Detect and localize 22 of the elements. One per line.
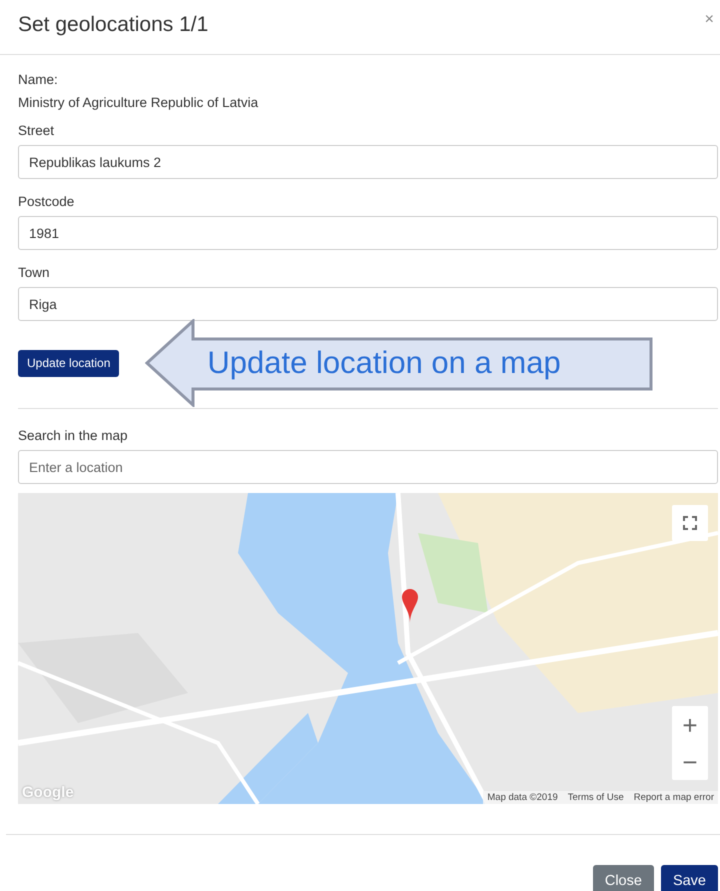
search-field[interactable]: Enter a location xyxy=(18,450,718,484)
update-location-button[interactable]: Update location xyxy=(18,350,120,376)
field-label: Street xyxy=(18,122,54,140)
input-field[interactable]: Republikas laukums 2 xyxy=(18,145,718,179)
map-pin-icon[interactable] xyxy=(402,589,418,623)
field-label: Name: xyxy=(18,71,58,89)
field-label: Postcode xyxy=(18,193,74,211)
field-label: Town xyxy=(18,264,50,282)
input-field[interactable]: 1981 xyxy=(18,216,718,250)
close-button[interactable]: Close xyxy=(592,865,654,891)
zoom-out-button[interactable]: − xyxy=(672,743,708,780)
attribution-text: Map data ©2019 xyxy=(487,792,558,803)
dialog-title: Set geolocations 1/1 xyxy=(18,12,208,38)
callout-text: Update location on a map xyxy=(207,345,561,381)
field-label: Search in the map xyxy=(18,427,128,445)
name-value: Ministry of Agriculture Republic of Latvia xyxy=(18,94,258,112)
attribution-link[interactable]: Report a map error xyxy=(634,792,714,803)
save-button[interactable]: Save xyxy=(660,865,718,891)
zoom-in-button[interactable]: + xyxy=(672,706,708,743)
fullscreen-icon[interactable] xyxy=(672,505,708,541)
input-field[interactable]: Riga xyxy=(18,287,718,321)
attribution-link[interactable]: Terms of Use xyxy=(568,792,624,803)
